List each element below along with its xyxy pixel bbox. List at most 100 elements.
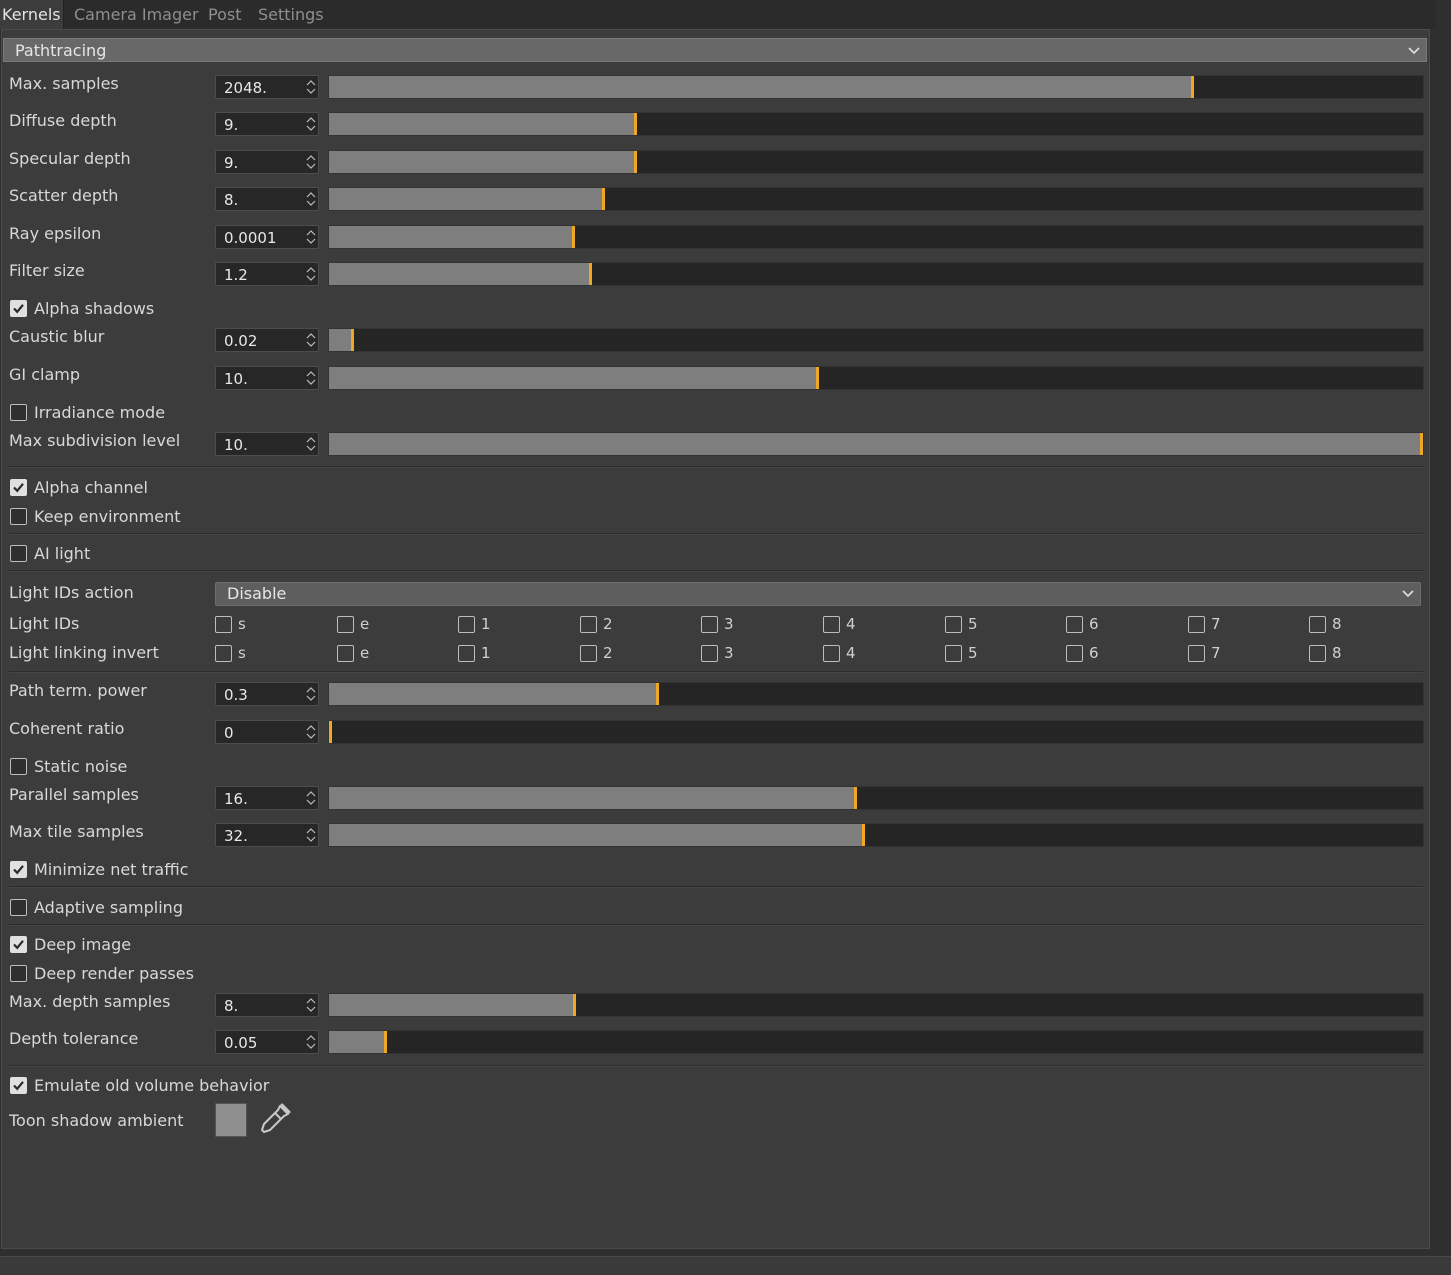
max-samples-input[interactable]: 2048. [215,75,319,99]
tab-camera-imager[interactable]: Camera Imager [74,0,199,29]
light-linking-invert-row: Light linking invert s e 1 2 3 4 5 6 7 8 [2,643,1429,665]
checkbox-box[interactable] [701,645,718,662]
max-tile-samples-slider[interactable] [328,823,1424,847]
spinner-arrows-icon[interactable] [306,228,316,246]
specular-depth-slider[interactable] [328,150,1424,174]
slider-handle[interactable] [634,151,637,173]
parallel-samples-input[interactable]: 16. [215,786,319,810]
deep-render-passes-checkbox[interactable] [10,965,27,982]
ray-epsilon-input[interactable]: 0.0001 [215,225,319,249]
slider-handle[interactable] [1191,76,1194,98]
specular-depth-input[interactable]: 9. [215,150,319,174]
checkbox-box[interactable] [215,616,232,633]
checkbox-box[interactable] [701,616,718,633]
checkbox-box[interactable] [945,616,962,633]
pathtracing-section-header[interactable]: Pathtracing [3,38,1427,62]
emulate-old-volume-behavior-checkbox[interactable] [10,1077,27,1094]
slider-handle[interactable] [573,994,576,1016]
checkbox-box[interactable] [337,616,354,633]
spinner-arrows-icon[interactable] [306,1033,316,1051]
checkbox-box[interactable] [215,645,232,662]
slider-handle[interactable] [602,188,605,210]
slider-handle[interactable] [384,1031,387,1053]
checkbox-box[interactable] [1188,645,1205,662]
ray-epsilon-slider[interactable] [328,225,1424,249]
spinner-arrows-icon[interactable] [306,723,316,741]
filter-size-input[interactable]: 1.2 [215,262,319,286]
adaptive-sampling-checkbox[interactable] [10,899,27,916]
ai-light-checkbox[interactable] [10,545,27,562]
checkbox-box[interactable] [458,645,475,662]
checkbox-box[interactable] [1066,616,1083,633]
path-term-power-input[interactable]: 0.3 [215,682,319,706]
checkbox-box[interactable] [580,645,597,662]
slider-handle[interactable] [351,329,354,351]
alpha-channel-checkbox[interactable] [10,479,27,496]
max-subdivision-level-slider[interactable] [328,432,1424,456]
spinner-arrows-icon[interactable] [306,369,316,387]
gi-clamp-slider[interactable] [328,366,1424,390]
slider-handle[interactable] [854,787,857,809]
filter-size-slider[interactable] [328,262,1424,286]
toon-shadow-color-swatch[interactable] [215,1103,247,1137]
alpha-shadows-checkbox[interactable] [10,300,27,317]
parallel-samples-slider[interactable] [328,786,1424,810]
checkbox-box[interactable] [823,616,840,633]
checkbox-box[interactable] [823,645,840,662]
deep-image-checkbox[interactable] [10,936,27,953]
gi-clamp-input[interactable]: 10. [215,366,319,390]
checkbox-box[interactable] [1066,645,1083,662]
spinner-arrows-icon[interactable] [306,265,316,283]
spinner-arrows-icon[interactable] [306,78,316,96]
eyedropper-icon[interactable] [258,1102,292,1136]
spinner-arrows-icon[interactable] [306,153,316,171]
irradiance-mode-checkbox[interactable] [10,404,27,421]
static-noise-checkbox[interactable] [10,758,27,775]
slider-handle[interactable] [1420,433,1423,455]
tab-kernels[interactable]: Kernels [0,0,64,29]
spinner-arrows-icon[interactable] [306,685,316,703]
path-term-power-slider[interactable] [328,682,1424,706]
max-subdivision-level-input[interactable]: 10. [215,432,319,456]
checkbox-box[interactable] [945,645,962,662]
slider-handle[interactable] [634,113,637,135]
max-depth-samples-slider[interactable] [328,993,1424,1017]
coherent-ratio-slider[interactable] [328,720,1424,744]
checkbox-box[interactable] [337,645,354,662]
spinner-arrows-icon[interactable] [306,331,316,349]
coherent-ratio-input[interactable]: 0 [215,720,319,744]
max-depth-samples-input[interactable]: 8. [215,993,319,1017]
spinner-arrows-icon[interactable] [306,826,316,844]
spinner-arrows-icon[interactable] [306,789,316,807]
max-samples-slider[interactable] [328,75,1424,99]
checkbox-box[interactable] [458,616,475,633]
tab-settings[interactable]: Settings [258,0,324,29]
keep-environment-checkbox[interactable] [10,508,27,525]
slider-handle[interactable] [572,226,575,248]
depth-tolerance-slider[interactable] [328,1030,1424,1054]
slider-handle[interactable] [589,263,592,285]
spinner-arrows-icon[interactable] [306,190,316,208]
caustic-blur-slider[interactable] [328,328,1424,352]
spinner-arrows-icon[interactable] [306,435,316,453]
checkbox-box[interactable] [1309,616,1326,633]
slider-handle[interactable] [816,367,819,389]
checkbox-box[interactable] [1188,616,1205,633]
max-tile-samples-input[interactable]: 32. [215,823,319,847]
spinner-arrows-icon[interactable] [306,996,316,1014]
light-ids-action-dropdown[interactable]: Disable [215,582,1421,606]
minimize-net-traffic-checkbox[interactable] [10,861,27,878]
spinner-arrows-icon[interactable] [306,115,316,133]
caustic-blur-input[interactable]: 0.02 [215,328,319,352]
checkbox-box[interactable] [1309,645,1326,662]
slider-handle[interactable] [862,824,865,846]
checkbox-box[interactable] [580,616,597,633]
diffuse-depth-input[interactable]: 9. [215,112,319,136]
scatter-depth-input[interactable]: 8. [215,187,319,211]
slider-handle[interactable] [329,721,332,743]
tab-post[interactable]: Post [208,0,241,29]
slider-handle[interactable] [656,683,659,705]
scatter-depth-slider[interactable] [328,187,1424,211]
depth-tolerance-input[interactable]: 0.05 [215,1030,319,1054]
diffuse-depth-slider[interactable] [328,112,1424,136]
